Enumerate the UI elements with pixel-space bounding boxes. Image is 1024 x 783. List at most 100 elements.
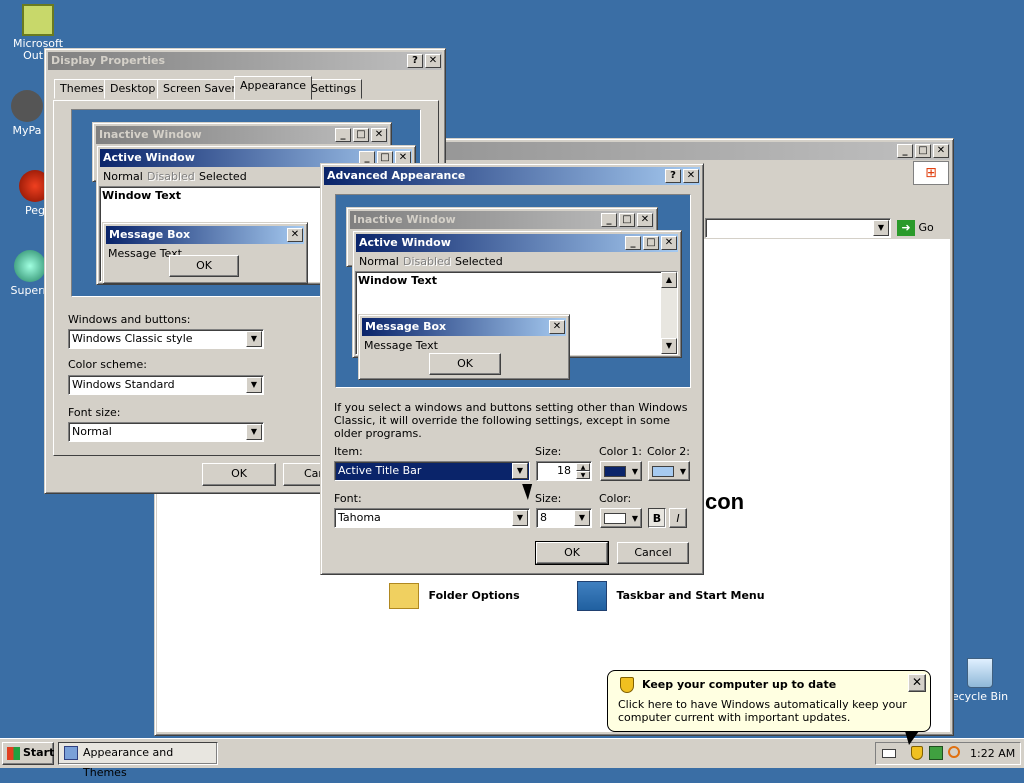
preview-msgbox-ok: OK [429,353,501,375]
advanced-appearance-titlebar: Advanced Appearance ? ✕ [324,167,700,185]
chevron-down-icon[interactable]: ▼ [873,220,889,236]
go-arrow-icon: ➜ [897,220,915,236]
preview-menu-disabled: Disabled [147,170,195,183]
preview-inactive-titlebar: Inactive Window _ □ ✕ [350,211,654,229]
preview-msgbox-title: Message Box [109,228,191,241]
size-spinner[interactable]: 18 ▲ ▼ [536,461,592,481]
size-label: Size: [535,445,562,458]
preview-msgbox-ok: OK [169,255,239,277]
chevron-down-icon[interactable]: ▼ [574,510,590,526]
cancel-button[interactable]: Cancel [617,542,689,564]
keyboard-icon[interactable] [882,749,896,758]
font-size-value: Normal [72,425,112,438]
ok-button[interactable]: OK [202,463,276,486]
preview-inactive-titlebar: Inactive Window _ □ ✕ [96,126,388,144]
advanced-appearance-dialog[interactable]: Advanced Appearance ? ✕ Inactive Window … [320,163,704,575]
ok-button[interactable]: OK [535,541,609,565]
desktop-icon-recycle-bin[interactable]: ecycle Bin [945,658,1015,703]
folder-options-link[interactable]: Folder Options [389,579,520,613]
preview-inactive-title: Inactive Window [353,213,456,226]
preview-active-titlebar: Active Window _ □ ✕ [356,234,678,252]
font-value: Tahoma [338,511,381,524]
color1-swatch [604,466,626,477]
preview-inactive-title: Inactive Window [99,128,202,141]
balloon-pointer [905,731,919,745]
supernova-icon [14,250,46,282]
taskbar-start-menu-label: Taskbar and Start Menu [616,589,765,602]
network-icon[interactable] [929,746,943,760]
color2-picker[interactable]: ▼ [648,461,690,481]
color-scheme-select[interactable]: Windows Standard ▼ [68,375,264,395]
font-size-select[interactable]: 8 ▼ [536,508,592,528]
font-size-label: Font size: [68,406,121,419]
appearance-themes-icon [64,746,78,760]
taskbar-start-menu-icon [577,581,607,611]
color-scheme-value: Windows Standard [72,378,175,391]
tab-settings[interactable]: Settings [305,79,363,99]
tab-themes[interactable]: Themes [54,79,110,99]
minimize-icon: _ [625,236,641,250]
search-icon[interactable] [948,746,960,758]
font-size-select[interactable]: Normal ▼ [68,422,264,442]
tab-screen-saver[interactable]: Screen Saver [157,79,242,99]
chevron-down-icon[interactable]: ▼ [512,510,528,526]
close-icon: ✕ [287,228,303,242]
shortcut-icon [11,90,43,122]
preview-menu-normal: Normal [359,255,399,268]
partial-heading: con [705,489,745,514]
bold-toggle[interactable]: B [648,508,666,528]
spin-up-icon[interactable]: ▲ [576,463,590,471]
help-button[interactable]: ? [407,54,423,68]
folder-options-icon [389,583,419,609]
chevron-down-icon[interactable]: ▼ [246,331,262,347]
item-select[interactable]: Active Title Bar ▼ [334,461,530,481]
chevron-down-icon[interactable]: ▼ [246,377,262,393]
font-size-label: Size: [535,492,562,505]
font-size-value: 8 [540,511,547,524]
taskbar-start-menu-link[interactable]: Taskbar and Start Menu [577,579,765,613]
chevron-down-icon[interactable]: ▼ [512,463,528,479]
font-color-swatch [604,513,626,524]
go-button[interactable]: ➜ Go [897,219,934,237]
font-color-label: Color: [599,492,632,505]
close-button[interactable]: ✕ [933,144,949,158]
italic-toggle[interactable]: I [669,508,687,528]
start-label: Start [23,746,55,759]
tab-desktop[interactable]: Desktop [104,79,162,99]
font-select[interactable]: Tahoma ▼ [334,508,530,528]
close-button[interactable]: ✕ [425,54,441,68]
windows-buttons-select[interactable]: Windows Classic style ▼ [68,329,264,349]
minimize-button[interactable]: _ [897,144,913,158]
color2-label: Color 2: [647,445,690,458]
preview-msgbox-titlebar: Message Box ✕ [106,226,304,244]
close-icon: ✕ [549,320,565,334]
preview-message-box: Message Box ✕ Message Text OK [358,314,570,380]
color1-picker[interactable]: ▼ [600,461,642,481]
taskbar-item-appearance[interactable]: Appearance and Themes [58,742,218,779]
advanced-preview: Inactive Window _ □ ✕ Active Window _ □ … [335,194,691,388]
security-shield-icon[interactable] [911,746,923,760]
size-value: 18 [557,464,571,477]
start-button[interactable]: Start [2,742,54,765]
address-combo[interactable]: ▼ [705,218,891,238]
color1-label: Color 1: [599,445,642,458]
chevron-down-icon: ▼ [631,514,638,523]
color2-swatch [652,466,674,477]
font-color-picker[interactable]: ▼ [600,508,642,528]
chevron-down-icon[interactable]: ▼ [246,424,262,440]
windows-buttons-value: Windows Classic style [72,332,193,345]
spin-down-icon[interactable]: ▼ [576,471,590,479]
update-balloon[interactable]: Keep your computer up to date ✕ Click he… [607,670,931,732]
system-tray: 1:22 AM [875,742,1021,765]
help-button[interactable]: ? [665,169,681,183]
maximize-button[interactable]: □ [915,144,931,158]
balloon-close-button[interactable]: ✕ [908,674,926,692]
close-button[interactable]: ✕ [683,169,699,183]
tab-appearance[interactable]: Appearance [234,76,313,100]
item-label: Item: [334,445,363,458]
color-scheme-label: Color scheme: [68,358,147,371]
close-icon: ✕ [661,236,677,250]
windows-flag-icon [7,747,20,760]
preview-msgbox-text: Message Text [364,339,438,352]
clock[interactable]: 1:22 AM [970,747,1015,760]
